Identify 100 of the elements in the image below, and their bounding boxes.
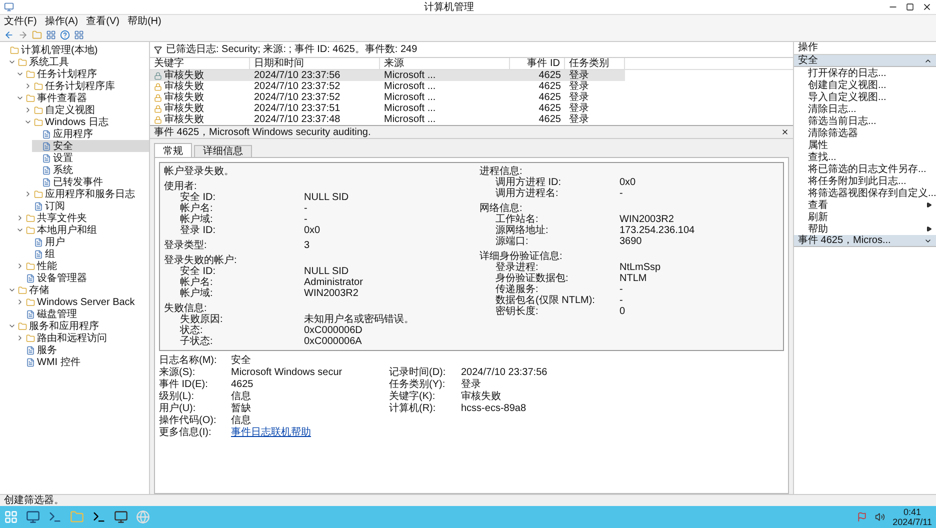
table-row[interactable]: 审核失败 2024/7/10 23:37:52 Microsoft ... 4625 登录	[150, 81, 625, 92]
section-heading: 登录失败的帐户:	[164, 255, 237, 266]
tree-item[interactable]: 事件查看器	[16, 92, 149, 104]
app-icon	[4, 2, 14, 12]
tree-item[interactable]: 本地用户和组	[16, 224, 149, 236]
action-item[interactable]: 导入自定义视图...	[808, 92, 932, 102]
action-item[interactable]: 清除日志...	[808, 104, 932, 114]
tree-item[interactable]: 服务和应用程序	[8, 320, 149, 332]
action-item[interactable]: 查找...	[808, 152, 932, 162]
back-icon[interactable]	[4, 30, 14, 40]
field-value: 0xC000006A	[304, 336, 362, 347]
tree-item[interactable]: 系统工具	[8, 56, 149, 68]
action-item[interactable]: 帮助	[808, 224, 926, 234]
menu-item[interactable]: 查看(V)	[86, 16, 120, 27]
table-cell-text: 2024/7/10 23:37:52	[253, 92, 342, 103]
property-label: 操作代码(O):	[159, 415, 218, 426]
table-row[interactable]: 审核失败 2024/7/10 23:37:51 Microsoft ... 4625 登录	[150, 103, 625, 114]
property-label: 用户(U):	[159, 403, 197, 414]
grid-icon[interactable]	[74, 30, 84, 40]
action-item[interactable]: 属性	[808, 140, 932, 150]
action-item[interactable]: 创建自定义视图...	[808, 80, 932, 90]
section-header[interactable]: 安全	[794, 55, 936, 67]
close-icon[interactable]	[922, 2, 932, 12]
tree-item[interactable]: 设备管理器	[16, 272, 149, 284]
action-item[interactable]: 刷新	[808, 212, 932, 222]
tab[interactable]: 常规	[154, 143, 192, 157]
property-value: 信息	[231, 391, 251, 402]
field-value: 173.254.236.104	[620, 225, 695, 236]
menu-item[interactable]: 帮助(H)	[127, 16, 162, 27]
monitor-icon[interactable]	[114, 510, 128, 524]
tree-item[interactable]: 设置	[32, 152, 149, 164]
tree-item[interactable]: 任务计划程序库	[24, 80, 149, 92]
tree-item[interactable]: 系统	[32, 164, 149, 176]
tree-item[interactable]: Windows Server Back	[16, 296, 149, 308]
table-cell: 审核失败	[164, 70, 204, 81]
table-row[interactable]: 审核失败 2024/7/10 23:37:56 Microsoft ... 4625 登录	[150, 70, 625, 81]
table-cell-text: 登录	[568, 81, 590, 92]
field-label: 工作站名:	[496, 214, 538, 225]
menu-item[interactable]: 操作(A)	[44, 16, 78, 27]
flag-icon[interactable]	[856, 512, 867, 522]
field-label: 登录进程:	[496, 262, 540, 273]
tree-item[interactable]: 已转发事件	[32, 176, 149, 188]
table-row[interactable]: 审核失败 2024/7/10 23:37:48 Microsoft ... 4625 登录	[150, 114, 625, 125]
tab[interactable]: 详细信息	[194, 145, 252, 157]
action-item[interactable]: 清除筛选器	[808, 128, 932, 138]
column-header[interactable]: 关键字	[150, 58, 250, 69]
column-header[interactable]: 日期和时间	[250, 58, 380, 69]
table-row[interactable]: 审核失败 2024/7/10 23:37:52 Microsoft ... 4625 登录	[150, 92, 625, 103]
tree-item[interactable]: Windows 日志	[24, 116, 149, 128]
action-item[interactable]: 筛选当前日志...	[808, 116, 932, 126]
tree-item[interactable]: 任务计划程序	[16, 68, 149, 80]
table-cell-text: 登录	[568, 103, 590, 114]
tree-item[interactable]: 路由和远程访问	[16, 332, 149, 344]
tree-item[interactable]: 性能	[16, 260, 149, 272]
document-icon	[26, 274, 35, 282]
tree-item[interactable]: 计算机管理(本地)	[0, 44, 149, 56]
column-header[interactable]: 任务类别	[565, 58, 625, 69]
tree-item[interactable]: 用户	[24, 236, 149, 248]
folder-icon	[26, 262, 35, 270]
forward-icon[interactable]	[18, 30, 28, 40]
tree-item[interactable]: 共享文件夹	[16, 212, 149, 224]
tree-item[interactable]: 安全	[32, 140, 149, 152]
document-icon	[26, 346, 35, 354]
folder-icon	[34, 118, 43, 126]
help-link[interactable]: 事件日志联机帮助	[231, 427, 311, 438]
action-item[interactable]: 将已筛选的日志文件另存...	[808, 164, 932, 174]
action-item[interactable]: 将筛选器视图保存到自定义...	[808, 188, 936, 198]
terminal-icon[interactable]	[92, 510, 106, 524]
column-header[interactable]: 事件 ID	[510, 58, 565, 69]
property-value: 登录	[461, 379, 481, 390]
field-value: 0	[620, 306, 626, 317]
tree-item[interactable]: 存储	[8, 284, 149, 296]
tree-item[interactable]: 服务	[16, 344, 149, 356]
maximize-icon[interactable]	[906, 3, 914, 11]
table-cell-text: Microsoft ...	[383, 70, 437, 81]
document-icon	[26, 358, 35, 366]
column-header[interactable]: 来源	[380, 58, 510, 69]
action-item[interactable]: 打开保存的日志...	[808, 68, 932, 78]
tree-item[interactable]: 组	[24, 248, 149, 260]
tree-item[interactable]: 应用程序和服务日志	[24, 188, 149, 200]
action-item[interactable]: 将任务附加到此日志...	[808, 176, 932, 186]
menu-item[interactable]: 文件(F)	[4, 16, 37, 27]
tree-item[interactable]: 自定义视图	[24, 104, 149, 116]
grid-icon[interactable]	[46, 30, 56, 40]
speaker-icon[interactable]	[874, 512, 885, 522]
section-header[interactable]: 事件 4625，Micros...	[794, 235, 936, 247]
help-icon[interactable]	[60, 30, 70, 40]
action-item[interactable]: 查看	[808, 200, 926, 210]
table-cell-text: 4625	[538, 70, 562, 81]
monitor-icon[interactable]	[26, 510, 40, 524]
property-value: 暂缺	[231, 403, 251, 414]
tree-item[interactable]: 应用程序	[32, 128, 149, 140]
start-icon[interactable]	[4, 510, 18, 524]
tree-item[interactable]: 订阅	[24, 200, 149, 212]
field-label: 帐户名:	[180, 203, 214, 214]
field-value: Administrator	[304, 277, 363, 288]
tree-item[interactable]: WMI 控件	[16, 356, 149, 368]
terminal-icon[interactable]	[48, 510, 62, 524]
tree-item[interactable]: 磁盘管理	[16, 308, 149, 320]
close-icon[interactable]	[781, 128, 789, 136]
